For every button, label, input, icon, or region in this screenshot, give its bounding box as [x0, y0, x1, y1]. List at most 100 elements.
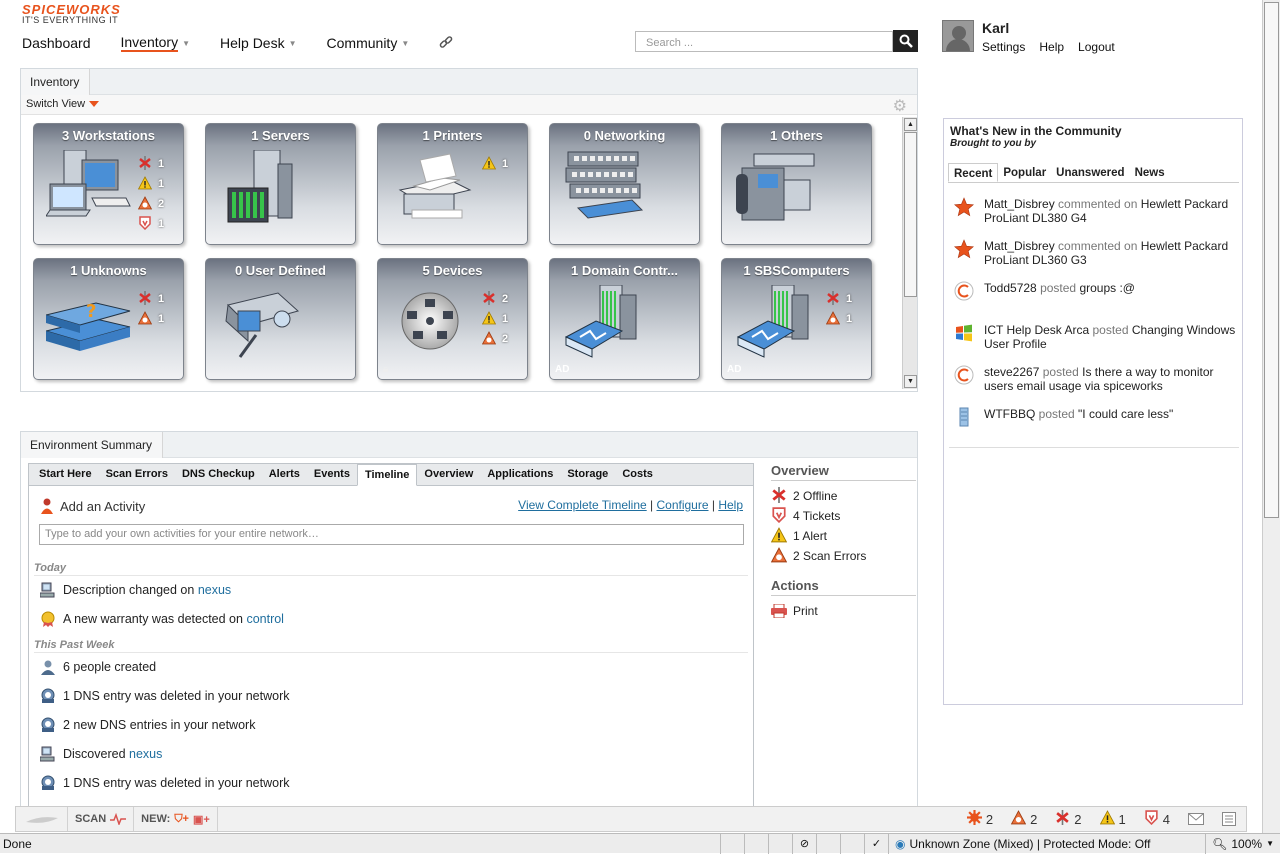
configure-link[interactable]: Configure: [656, 498, 708, 512]
nav-help-desk[interactable]: Help Desk ▼: [220, 35, 297, 51]
tile-stat[interactable]: 2: [481, 329, 508, 349]
tab-timeline[interactable]: Timeline: [356, 464, 418, 486]
tile-stat[interactable]: 2: [137, 194, 164, 214]
view-complete-timeline-link[interactable]: View Complete Timeline: [518, 498, 647, 512]
print-action[interactable]: Print: [771, 601, 916, 621]
counter-alert[interactable]: 1: [1099, 810, 1126, 828]
community-item[interactable]: ICT Help Desk Arca posted Changing Windo…: [954, 323, 1239, 351]
tile-stat[interactable]: 1: [138, 289, 164, 309]
tile-user-defined[interactable]: 0 User Defined: [205, 258, 356, 380]
tile-stat[interactable]: 1: [825, 309, 852, 329]
tab-scan-errors[interactable]: Scan Errors: [99, 464, 175, 485]
security-zone[interactable]: ◉ Unknown Zone (Mixed) | Protected Mode:…: [888, 833, 1157, 854]
window-scrollbar-thumb[interactable]: [1264, 2, 1279, 518]
community-item[interactable]: Matt_Disbrey commented on Hewlett Packar…: [954, 197, 1239, 225]
tile-sbs-computers[interactable]: 1 SBSComputers 1 1 AD: [721, 258, 872, 380]
timeline-link[interactable]: nexus: [129, 747, 162, 761]
tile-others[interactable]: 1 Others: [721, 123, 872, 245]
tile-printers[interactable]: 1 Printers 1: [377, 123, 528, 245]
mail-icon[interactable]: [1188, 813, 1204, 825]
community-tab-unanswered[interactable]: Unanswered: [1051, 163, 1129, 182]
community-item[interactable]: Todd5728 posted groups :@: [954, 281, 1239, 301]
tile-unknowns[interactable]: 1 Unknowns ? 11: [33, 258, 184, 380]
logout-link[interactable]: Logout: [1078, 40, 1115, 54]
popup-blocker-icon[interactable]: ✓: [864, 833, 888, 854]
nav-community[interactable]: Community ▼: [327, 35, 410, 51]
add-activity[interactable]: Add an Activity: [40, 497, 145, 515]
tile-stat[interactable]: 1: [481, 154, 508, 174]
overview-offline[interactable]: 2 Offline: [771, 486, 916, 506]
community-user[interactable]: Todd5728: [984, 281, 1037, 295]
community-user[interactable]: steve2267: [984, 365, 1039, 379]
tab-storage[interactable]: Storage: [560, 464, 615, 485]
gear-icon[interactable]: ⚙: [893, 96, 907, 116]
tab-dns-checkup[interactable]: DNS Checkup: [175, 464, 262, 485]
tab-overview[interactable]: Overview: [417, 464, 480, 485]
tile-workstations[interactable]: 3 Workstations 1 1 2 1: [33, 123, 184, 245]
counter-scan-error-cluster[interactable]: 2: [966, 810, 993, 828]
new-ticket-icon[interactable]: ⛉+: [174, 813, 189, 826]
counter-ticket[interactable]: 4: [1144, 810, 1170, 828]
community-subject[interactable]: "I could care less": [1078, 407, 1173, 421]
overview-ticket[interactable]: 4 Tickets: [771, 506, 916, 526]
tile-stat[interactable]: 1: [481, 309, 508, 329]
counter-scan-error[interactable]: 2: [1010, 810, 1037, 828]
community-user[interactable]: Matt_Disbrey: [984, 239, 1055, 253]
scroll-up-icon[interactable]: ▲: [904, 118, 917, 131]
tile-stat[interactable]: 1: [826, 289, 852, 309]
community-tab-news[interactable]: News: [1130, 163, 1170, 182]
tab-applications[interactable]: Applications: [480, 464, 560, 485]
scroll-down-icon[interactable]: ▼: [904, 375, 917, 388]
nav-inventory[interactable]: Inventory ▼: [120, 34, 190, 52]
settings-link[interactable]: Settings: [982, 40, 1025, 54]
tab-start-here[interactable]: Start Here: [32, 464, 99, 485]
link-icon[interactable]: [439, 36, 453, 50]
switch-view-button[interactable]: Switch View: [26, 98, 100, 110]
tile-stat[interactable]: 1: [138, 214, 164, 234]
window-scrollbar[interactable]: [1262, 0, 1280, 833]
nav-dashboard[interactable]: Dashboard: [22, 35, 91, 51]
counter-offline[interactable]: 2: [1055, 810, 1082, 828]
community-item[interactable]: Matt_Disbrey commented on Hewlett Packar…: [954, 239, 1239, 267]
scan-button[interactable]: SCAN: [68, 807, 135, 831]
overview-scan-error[interactable]: 2 Scan Errors: [770, 546, 916, 566]
community-user[interactable]: WTFBBQ: [984, 407, 1035, 421]
tile-stat[interactable]: 1: [137, 309, 164, 329]
community-item[interactable]: steve2267 posted Is there a way to monit…: [954, 365, 1239, 393]
privacy-icon[interactable]: ⊘: [792, 833, 816, 854]
overview-alert[interactable]: 1 Alert: [770, 526, 916, 546]
tile-stat[interactable]: 1: [138, 154, 164, 174]
scan-label: SCAN: [75, 813, 107, 825]
tab-costs[interactable]: Costs: [615, 464, 660, 485]
community-item[interactable]: WTFBBQ posted "I could care less": [954, 407, 1239, 427]
community-tab-recent[interactable]: Recent: [948, 163, 999, 182]
tile-devices[interactable]: 5 Devices 2 1 2 🔒︎: [377, 258, 528, 380]
spiceworks-logo[interactable]: SPICEWORKS IT'S EVERYTHING IT: [22, 2, 162, 26]
tile-stat[interactable]: 2: [482, 289, 508, 309]
notes-icon[interactable]: [1222, 812, 1236, 826]
help-link[interactable]: Help: [718, 498, 743, 512]
tile-servers[interactable]: 1 Servers: [205, 123, 356, 245]
search-input[interactable]: Search ...: [635, 31, 893, 52]
scrollbar-thumb[interactable]: [904, 132, 917, 297]
activity-input[interactable]: Type to add your own activities for your…: [39, 524, 744, 545]
search-button[interactable]: [893, 30, 918, 52]
help-link[interactable]: Help: [1039, 40, 1064, 54]
community-user[interactable]: Matt_Disbrey: [984, 197, 1055, 211]
tab-events[interactable]: Events: [307, 464, 357, 485]
tab-alerts[interactable]: Alerts: [262, 464, 307, 485]
inventory-scrollbar[interactable]: ▲ ▼: [902, 117, 917, 389]
tile-domain-controllers[interactable]: 1 Domain Contr... AD: [549, 258, 700, 380]
spiceworks-pepper-button[interactable]: [16, 807, 68, 831]
tile-networking[interactable]: 0 Networking: [549, 123, 700, 245]
avatar[interactable]: [942, 20, 974, 52]
new-device-icon[interactable]: ▣+: [193, 813, 210, 826]
tile-stat[interactable]: 1: [137, 174, 164, 194]
timeline-link[interactable]: control: [246, 612, 284, 626]
alert-icon: [481, 155, 497, 173]
community-tab-popular[interactable]: Popular: [998, 163, 1051, 182]
community-user[interactable]: ICT Help Desk Arca: [984, 323, 1089, 337]
community-subject[interactable]: groups :@: [1079, 281, 1135, 295]
timeline-link[interactable]: nexus: [198, 583, 231, 597]
zoom-control[interactable]: 🔍︎ 100% ▼: [1205, 833, 1280, 854]
